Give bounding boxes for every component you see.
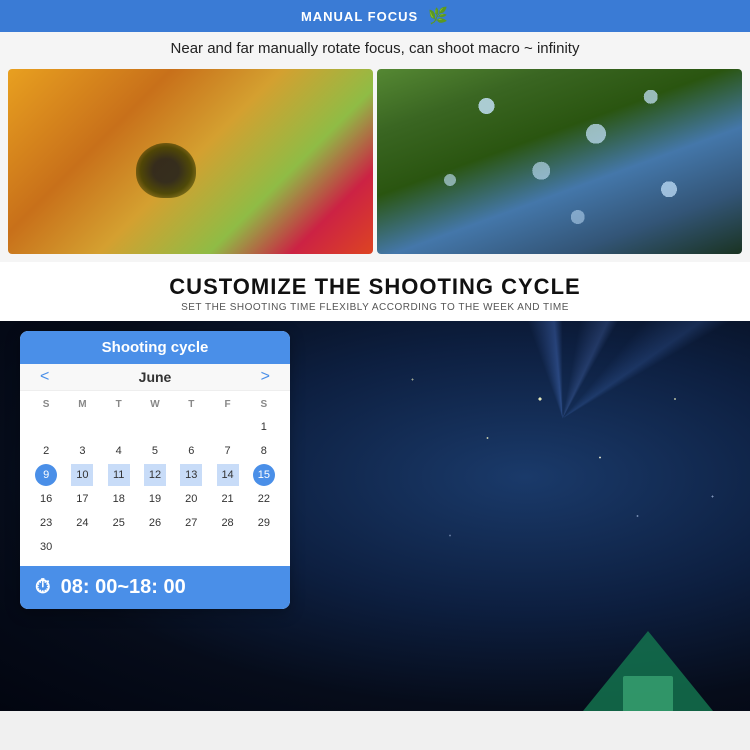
top-section: MANUAL FOCUS 🌿 Near and far manually rot…	[0, 0, 750, 262]
calendar-row-4: 16 17 18 19 20 21 22	[28, 488, 282, 510]
day-cell-3[interactable]: 3	[71, 440, 93, 462]
bottom-section: Shooting cycle < June > S M T W T F S	[0, 321, 750, 711]
day-cell-11[interactable]: 11	[108, 464, 130, 486]
day-cell-6[interactable]: 6	[180, 440, 202, 462]
time-bar: ⏱ 08: 00~18: 00	[20, 566, 290, 609]
prev-month-button[interactable]: <	[35, 368, 54, 386]
day-cell-30[interactable]: 30	[35, 536, 57, 558]
water-drops-photo	[377, 69, 742, 254]
day-header-m: M	[64, 397, 100, 412]
day-cell	[217, 536, 239, 558]
customize-section: CUSTOMIZE THE SHOOTING CYCLE SET THE SHO…	[0, 262, 750, 321]
day-cell-5[interactable]: 5	[144, 440, 166, 462]
day-cell-4[interactable]: 4	[108, 440, 130, 462]
manual-focus-bar: MANUAL FOCUS 🌿	[0, 0, 750, 32]
customize-title: CUSTOMIZE THE SHOOTING CYCLE	[10, 274, 740, 300]
day-cell-8[interactable]: 8	[253, 440, 275, 462]
customize-subtitle: SET THE SHOOTING TIME FLEXIBLY ACCORDING…	[10, 302, 740, 313]
manual-focus-description: Near and far manually rotate focus, can …	[0, 32, 750, 65]
calendar-row-5: 23 24 25 26 27 28 29	[28, 512, 282, 534]
day-cell-25[interactable]: 25	[108, 512, 130, 534]
day-cell-12[interactable]: 12	[144, 464, 166, 486]
day-cell-14[interactable]: 14	[217, 464, 239, 486]
calendar-row-3: 9 10 11 12 13 14 15	[28, 464, 282, 486]
day-cell-21[interactable]: 21	[217, 488, 239, 510]
calendar-grid: S M T W T F S 1 2 3 4	[20, 391, 290, 566]
day-cell-24[interactable]: 24	[71, 512, 93, 534]
day-cell	[108, 536, 130, 558]
day-cell-28[interactable]: 28	[217, 512, 239, 534]
day-header-w: W	[137, 397, 173, 412]
focus-bar-label: MANUAL FOCUS	[301, 9, 418, 24]
day-cell[interactable]	[35, 416, 57, 438]
clock-icon: ⏱	[35, 576, 51, 599]
day-cell-20[interactable]: 20	[180, 488, 202, 510]
camera-icon: 🌿	[428, 6, 449, 26]
day-cell-2[interactable]: 2	[35, 440, 57, 462]
day-cell	[253, 536, 275, 558]
calendar-nav: < June >	[20, 364, 290, 391]
day-headers: S M T W T F S	[28, 397, 282, 412]
time-display: 08: 00~18: 00	[61, 576, 186, 599]
day-cell-16[interactable]: 16	[35, 488, 57, 510]
next-month-button[interactable]: >	[256, 368, 275, 386]
calendar-row-1: 1	[28, 416, 282, 438]
day-cell[interactable]	[217, 416, 239, 438]
day-cell[interactable]	[71, 416, 93, 438]
bee-photo	[8, 69, 373, 254]
calendar-row-6: 30	[28, 536, 282, 558]
day-cell-1[interactable]: 1	[253, 416, 275, 438]
day-cell	[144, 536, 166, 558]
day-cell-19[interactable]: 19	[144, 488, 166, 510]
day-cell-7[interactable]: 7	[217, 440, 239, 462]
day-cell-29[interactable]: 29	[253, 512, 275, 534]
calendar-header: Shooting cycle	[20, 331, 290, 364]
day-cell-18[interactable]: 18	[108, 488, 130, 510]
tent-image	[583, 621, 713, 711]
day-cell-27[interactable]: 27	[180, 512, 202, 534]
day-header-t2: T	[173, 397, 209, 412]
day-cell-17[interactable]: 17	[71, 488, 93, 510]
day-cell	[180, 536, 202, 558]
day-cell-26[interactable]: 26	[144, 512, 166, 534]
day-cell-22[interactable]: 22	[253, 488, 275, 510]
calendar-card: Shooting cycle < June > S M T W T F S	[20, 331, 290, 609]
day-cell-23[interactable]: 23	[35, 512, 57, 534]
day-cell	[71, 536, 93, 558]
day-header-f: F	[209, 397, 245, 412]
calendar-row-2: 2 3 4 5 6 7 8	[28, 440, 282, 462]
day-cell-9[interactable]: 9	[35, 464, 57, 486]
calendar-month: June	[139, 369, 172, 385]
day-cell[interactable]	[144, 416, 166, 438]
photos-row	[0, 65, 750, 262]
day-header-s2: S	[246, 397, 282, 412]
day-cell-13[interactable]: 13	[180, 464, 202, 486]
day-cell-15[interactable]: 15	[253, 464, 275, 486]
day-header-s1: S	[28, 397, 64, 412]
day-header-t1: T	[101, 397, 137, 412]
day-cell[interactable]	[108, 416, 130, 438]
day-cell[interactable]	[180, 416, 202, 438]
day-cell-10[interactable]: 10	[71, 464, 93, 486]
